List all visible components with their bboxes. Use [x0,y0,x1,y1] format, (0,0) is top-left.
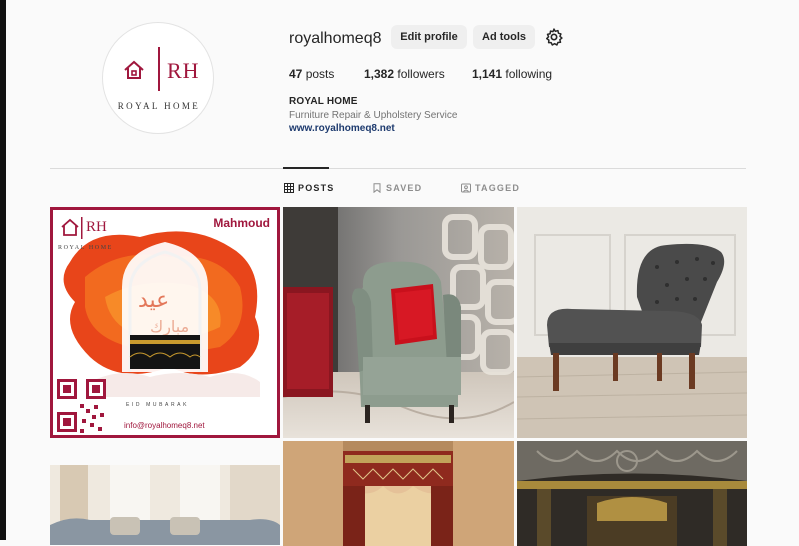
post-grey-armchair[interactable] [283,207,514,438]
post-eid-mubarak[interactable]: عيد مبارك RH ROYAL HOME Mahmoud EID MUBA… [50,207,280,438]
sofa-room-photo [50,465,280,545]
post-baroque-interior[interactable] [517,441,747,546]
tagged-icon [461,183,471,193]
tab-posts-label: POSTS [298,183,335,193]
following-stat[interactable]: 1,141 following [472,67,552,81]
followers-stat[interactable]: 1,382 followers [364,67,445,81]
avatar-brand: ROYAL HOME [117,101,201,111]
house-logo-icon [124,60,144,79]
posts-label: posts [305,67,335,81]
tab-posts[interactable]: POSTS [284,183,335,193]
card-brand-name: ROYAL HOME [58,245,113,251]
active-tab-indicator [283,167,329,169]
following-count: 1,141 [472,67,503,81]
avatar-initials: RH [167,58,200,83]
grid-icon [284,183,294,193]
left-edge-bar [0,0,6,540]
post-tufted-chair[interactable] [517,207,747,438]
bio-name: ROYAL HOME [289,96,358,107]
bookmark-icon [373,183,381,193]
avatar-divider [158,47,160,91]
profile-avatar[interactable]: RH ROYAL HOME [102,22,214,134]
tab-tagged-label: TAGGED [475,183,521,193]
svg-text:عيد: عيد [138,288,169,313]
post-ornate-curtain[interactable] [283,441,514,546]
tab-tagged[interactable]: TAGGED [461,183,520,193]
curtain-photo [283,441,514,546]
edit-profile-button[interactable]: Edit profile [391,25,467,49]
following-label: following [505,67,553,81]
bio-description: Furniture Repair & Upholstery Service [289,110,458,121]
followers-label: followers [397,67,445,81]
card-brand-initials: RH [86,219,107,235]
tab-saved[interactable]: SAVED [372,183,422,193]
card-name-tag: Mahmoud [213,216,270,230]
armchair-photo [283,207,514,438]
bio-website-link[interactable]: www.royalhomeq8.net [289,123,395,134]
tabs-divider [50,168,746,169]
settings-gear-icon[interactable] [544,27,564,47]
tufted-chair-photo [517,207,747,438]
post-sofa-room[interactable] [50,465,280,545]
followers-count: 1,382 [364,67,395,81]
posts-count: 47 [289,67,303,81]
svg-text:مبارك: مبارك [150,317,189,337]
baroque-interior-photo [517,441,747,546]
ad-tools-button[interactable]: Ad tools [473,25,535,49]
card-email: info@royalhomeq8.net [124,421,205,430]
profile-username: royalhomeq8 [289,30,382,47]
posts-stat: 47 posts [289,67,334,81]
tab-saved-label: SAVED [386,183,423,193]
card-greeting: EID MUBARAK [126,402,190,408]
